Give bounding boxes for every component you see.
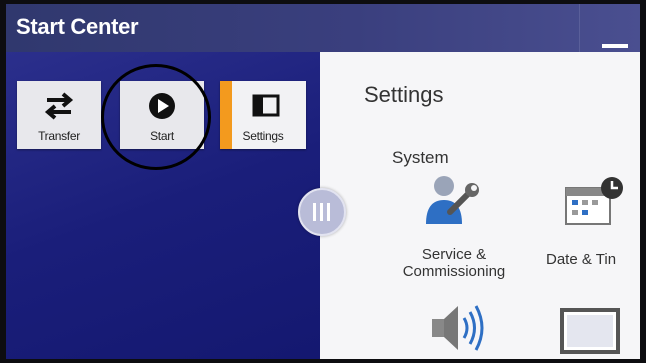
speaker-icon[interactable] <box>426 300 486 355</box>
service-label-line1: Service & <box>421 246 487 263</box>
minimize-button[interactable] <box>579 4 640 52</box>
hmi-screen: Start Center Transfer Start Settings Set… <box>6 4 640 359</box>
date-time-label[interactable]: Date & Tin <box>546 251 632 268</box>
settings-heading: Settings <box>364 82 444 107</box>
system-group-heading: System <box>392 148 449 167</box>
title-bar: Start Center <box>6 4 640 52</box>
transfer-label: Transfer <box>38 129 80 143</box>
hand-drawn-circle-annotation <box>101 64 211 170</box>
transfer-icon <box>44 92 74 120</box>
settings-panel-icon <box>252 94 280 117</box>
calendar-clock-icon[interactable] <box>560 176 624 226</box>
settings-button[interactable]: Settings <box>220 81 306 149</box>
service-commissioning-label[interactable]: Service & Commissioning <box>392 246 516 280</box>
settings-label: Settings <box>242 129 284 143</box>
display-icon[interactable] <box>559 306 621 356</box>
window-title: Start Center <box>16 14 139 39</box>
minimize-icon <box>602 44 628 48</box>
service-wrench-icon[interactable] <box>420 172 482 224</box>
panel-drag-handle[interactable] <box>298 188 346 236</box>
service-label-line2: Commissioning <box>402 263 506 280</box>
transfer-button[interactable]: Transfer <box>17 81 101 149</box>
